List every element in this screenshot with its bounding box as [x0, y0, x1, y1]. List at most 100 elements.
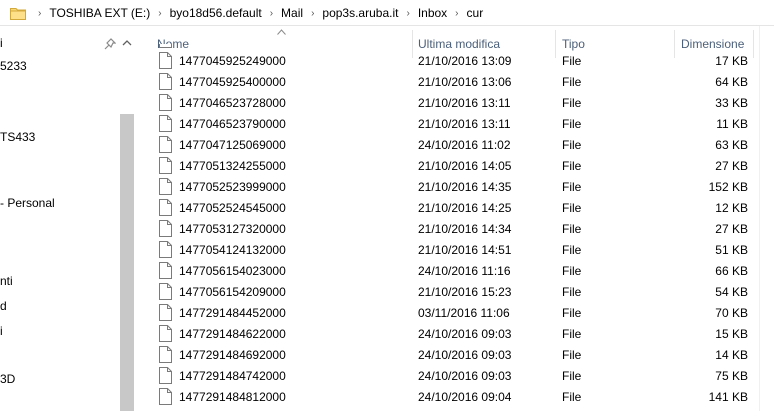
- breadcrumb-item[interactable]: byo18d56.default: [170, 6, 262, 20]
- file-name: 1477052523999000: [179, 180, 286, 194]
- file-list: 1477045921489000 21/10/2016 13:10 File 30 K…: [134, 44, 774, 411]
- table-row[interactable]: 1477052524545000 21/10/2016 14:25 File 12 K…: [134, 197, 774, 218]
- file-icon: [159, 304, 172, 321]
- address-bar[interactable]: › TOSHIBA EXT (E:) › byo18d56.default › Mail ›…: [0, 0, 774, 26]
- file-modified: 21/10/2016 14:51: [418, 243, 512, 257]
- file-name: 1477054124132000: [179, 243, 286, 257]
- file-size: 27 KB: [715, 222, 748, 236]
- file-name: 1477046523790000: [179, 117, 286, 131]
- file-size: 64 KB: [715, 75, 748, 89]
- table-row[interactable]: 1477291484742000 24/10/2016 09:03 File 75 K…: [134, 365, 774, 386]
- file-size: 12 KB: [715, 201, 748, 215]
- chevron-right-icon[interactable]: ›: [303, 8, 322, 19]
- nav-scrollbar-thumb[interactable]: [120, 114, 134, 411]
- breadcrumb: › TOSHIBA EXT (E:) › byo18d56.default › Mail ›…: [30, 0, 483, 26]
- table-row[interactable]: 1477047125069000 24/10/2016 11:02 File 63 K…: [134, 134, 774, 155]
- file-icon: [159, 325, 172, 342]
- file-icon: [159, 157, 172, 174]
- chevron-up-icon[interactable]: [122, 38, 132, 48]
- file-size: 17 KB: [715, 54, 748, 68]
- chevron-right-icon[interactable]: ›: [447, 8, 466, 19]
- file-size: 27 KB: [715, 159, 748, 173]
- table-row[interactable]: 1477054124132000 21/10/2016 14:51 File 51 K…: [134, 239, 774, 260]
- file-type: File: [562, 44, 581, 47]
- chevron-right-icon[interactable]: ›: [30, 8, 49, 19]
- table-row[interactable]: 1477291484452000 03/11/2016 11:06 File 70 K…: [134, 302, 774, 323]
- file-modified: 21/10/2016 15:23: [418, 285, 512, 299]
- table-row[interactable]: 1477046523790000 21/10/2016 13:11 File 11 K…: [134, 113, 774, 134]
- breadcrumb-item[interactable]: pop3s.aruba.it: [322, 6, 398, 20]
- navigation-pane: i 5233 TS433- Personal nti d i 3D: [0, 26, 134, 411]
- file-size: 75 KB: [715, 369, 748, 383]
- file-name: 1477046523728000: [179, 96, 286, 110]
- file-type: File: [562, 138, 582, 152]
- file-modified: 24/10/2016 11:16: [418, 264, 511, 278]
- file-name: 1477056154023000: [179, 264, 286, 278]
- nav-item[interactable]: i: [0, 324, 3, 338]
- file-modified: 03/11/2016 11:06: [418, 306, 510, 320]
- file-type: File: [562, 369, 582, 383]
- table-row[interactable]: 1477056154209000 21/10/2016 15:23 File 54 K…: [134, 281, 774, 302]
- table-row[interactable]: 1477046523728000 21/10/2016 13:11 File 33 K…: [134, 92, 774, 113]
- chevron-right-icon[interactable]: ›: [262, 8, 281, 19]
- file-type: File: [562, 201, 582, 215]
- file-modified: 21/10/2016 14:35: [418, 180, 512, 194]
- file-type: File: [562, 285, 582, 299]
- chevron-right-icon[interactable]: ›: [398, 8, 417, 19]
- chevron-right-icon[interactable]: ›: [150, 8, 169, 19]
- file-list-scrollbar[interactable]: [759, 26, 774, 411]
- table-row[interactable]: 1477045925249000 21/10/2016 13:09 File 17 K…: [134, 50, 774, 71]
- table-row[interactable]: 1477052523999000 21/10/2016 14:35 File 152 …: [134, 176, 774, 197]
- file-modified: 24/10/2016 09:03: [418, 348, 512, 362]
- file-icon: [159, 199, 172, 216]
- table-row[interactable]: 1477051324255000 21/10/2016 14:05 File 27 K…: [134, 155, 774, 176]
- nav-item[interactable]: 3D: [0, 372, 15, 386]
- file-name: 1477291484812000: [179, 390, 286, 404]
- file-type: File: [562, 96, 582, 110]
- file-modified: 24/10/2016 09:03: [418, 327, 512, 341]
- file-type: File: [562, 243, 582, 257]
- file-name: 1477051324255000: [179, 159, 286, 173]
- file-icon: [159, 346, 172, 363]
- table-row[interactable]: 1477053127320000 21/10/2016 14:34 File 27 K…: [134, 218, 774, 239]
- breadcrumb-item[interactable]: cur: [467, 6, 484, 20]
- file-modified: 21/10/2016 13:11: [418, 96, 511, 110]
- file-modified: 21/10/2016 13:09: [418, 54, 512, 68]
- table-row[interactable]: 1477291484692000 24/10/2016 09:03 File 14 K…: [134, 344, 774, 365]
- nav-item[interactable]: i: [0, 36, 3, 50]
- nav-item[interactable]: 5233: [0, 59, 27, 73]
- file-type: File: [562, 117, 582, 131]
- file-size: 70 KB: [715, 306, 748, 320]
- file-icon: [159, 52, 172, 69]
- nav-item[interactable]: d: [0, 299, 7, 313]
- file-type: File: [562, 75, 582, 89]
- file-icon: [159, 283, 172, 300]
- file-modified: 21/10/2016 13:11: [418, 117, 511, 131]
- file-name: 1477291484742000: [179, 369, 286, 383]
- breadcrumb-item[interactable]: Mail: [281, 6, 303, 20]
- nav-item[interactable]: nti: [0, 274, 13, 288]
- table-row[interactable]: 1477045925400000 21/10/2016 13:06 File 64 K…: [134, 71, 774, 92]
- nav-item[interactable]: - Personal: [0, 196, 55, 210]
- breadcrumb-item[interactable]: TOSHIBA EXT (E:): [49, 6, 150, 20]
- file-size: 51 KB: [715, 243, 748, 257]
- file-type: File: [562, 327, 582, 341]
- breadcrumb-item[interactable]: Inbox: [418, 6, 447, 20]
- file-size: 141 KB: [708, 390, 748, 404]
- file-icon: [159, 94, 172, 111]
- file-modified: 21/10/2016 13:10: [418, 44, 511, 47]
- file-modified: 21/10/2016 14:25: [418, 201, 512, 215]
- file-icon: [159, 115, 172, 132]
- file-type: File: [562, 306, 582, 320]
- file-icon: [159, 220, 172, 237]
- table-row[interactable]: 1477291484812000 24/10/2016 09:04 File 141 …: [134, 386, 774, 407]
- file-icon: [159, 178, 172, 195]
- nav-item[interactable]: TS433: [0, 130, 35, 144]
- file-name: 1477291484622000: [179, 327, 286, 341]
- file-name: 1477047125069000: [179, 138, 286, 152]
- table-row[interactable]: 1477291484622000 24/10/2016 09:03 File 15 K…: [134, 323, 774, 344]
- file-name: 1477291484692000: [179, 348, 286, 362]
- file-name: 1477045921489000: [179, 44, 286, 47]
- table-row[interactable]: 1477056154023000 24/10/2016 11:16 File 66 K…: [134, 260, 774, 281]
- pin-icon[interactable]: [104, 38, 116, 50]
